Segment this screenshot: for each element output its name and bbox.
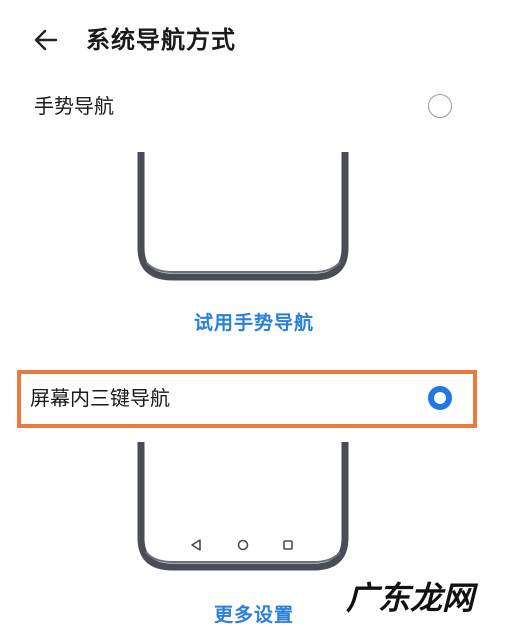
gesture-navigation-radio[interactable]	[428, 94, 452, 118]
circle-home-icon	[237, 539, 249, 551]
option-label: 屏幕内三键导航	[30, 386, 170, 410]
triangle-back-icon	[191, 539, 201, 551]
gesture-phone-illustration	[137, 152, 349, 281]
square-recents-icon	[283, 540, 293, 550]
option-gesture-navigation[interactable]: 手势导航	[0, 78, 508, 134]
arrow-left-icon	[34, 29, 58, 51]
option-label: 手势导航	[34, 94, 114, 118]
back-button[interactable]	[28, 22, 64, 58]
page-title: 系统导航方式	[86, 26, 236, 54]
header-bar: 系统导航方式	[0, 0, 508, 80]
three-key-navigation-radio[interactable]	[428, 386, 452, 410]
three-key-phone-illustration	[137, 442, 349, 571]
watermark: 广东龙网	[345, 579, 474, 617]
try-gesture-navigation-link[interactable]: 试用手势导航	[0, 308, 508, 335]
option-three-key-navigation[interactable]: 屏幕内三键导航	[0, 370, 508, 426]
